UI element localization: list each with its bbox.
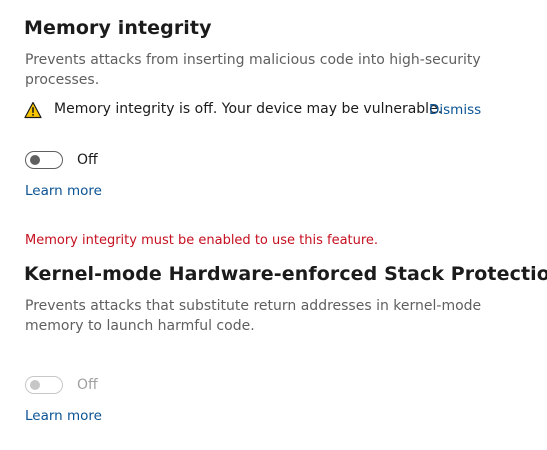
- memory-integrity-title: Memory integrity: [24, 17, 212, 39]
- memory-integrity-toggle[interactable]: [25, 151, 63, 169]
- toggle-knob: [30, 380, 40, 390]
- stack-protection-description: Prevents attacks that substitute return …: [25, 298, 482, 334]
- stack-protection-toggle[interactable]: [25, 376, 63, 394]
- toggle-knob: [30, 155, 40, 165]
- memory-integrity-toggle-label: Off: [77, 152, 98, 168]
- memory-integrity-learn-more-link[interactable]: Learn more: [25, 183, 102, 199]
- stack-protection-toggle-label: Off: [77, 377, 98, 393]
- security-settings-page: Memory integrity Prevents attacks from i…: [0, 0, 547, 450]
- stack-protection-learn-more-link[interactable]: Learn more: [25, 408, 102, 424]
- stack-protection-title: Kernel-mode Hardware-enforced Stack Prot…: [24, 263, 547, 285]
- warning-triangle-icon: [24, 101, 42, 119]
- dismiss-warning-link[interactable]: Dismiss: [429, 102, 481, 118]
- memory-integrity-description: Prevents attacks from inserting maliciou…: [25, 52, 481, 88]
- stack-protection-error-text: Memory integrity must be enabled to use …: [25, 233, 379, 248]
- memory-integrity-warning-text: Memory integrity is off. Your device may…: [54, 101, 443, 117]
